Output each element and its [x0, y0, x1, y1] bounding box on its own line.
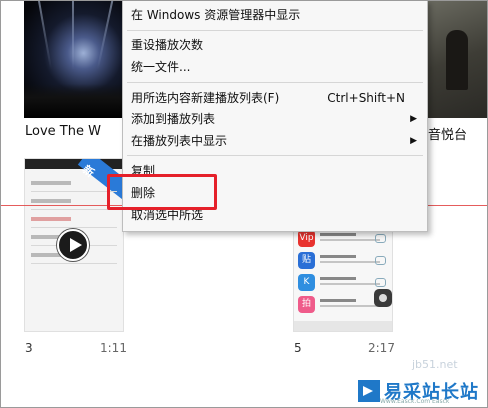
submenu-arrow-icon: ▶ [410, 114, 417, 124]
highlight-box-delete [107, 174, 217, 210]
brand-logo-icon [358, 380, 380, 402]
menu-item-new-playlist-from-selection[interactable]: 用所选内容新建播放列表(F) Ctrl+Shift+N [131, 88, 427, 109]
menu-item-show-in-playlist[interactable]: 在播放列表中显示 ▶ [131, 131, 427, 152]
play-button-icon[interactable] [57, 229, 89, 261]
app-icon: 拍 [298, 296, 315, 313]
video-title-left[interactable]: Love The W [25, 124, 101, 139]
app-icon: K [298, 274, 315, 291]
shortcut-label: Ctrl+Shift+N [327, 91, 405, 105]
assistive-touch-icon [374, 289, 392, 307]
app-icon: 贴 [298, 252, 315, 269]
menu-item-add-to-playlist[interactable]: 添加到播放列表 ▶ [131, 109, 427, 130]
watermark-faint-text: jb51.net [412, 358, 458, 371]
menu-item-consolidate-files[interactable]: 统一文件... [131, 57, 427, 78]
watermark-subtext: Www.Easck.Com Easck [380, 398, 450, 405]
menu-item-reset-play-count[interactable]: 重设播放次数 [131, 35, 427, 56]
item-duration-middle: 2:17 [368, 341, 395, 355]
video-thumbnail-right[interactable] [428, 0, 488, 118]
app-icon: Vip [298, 230, 315, 247]
item-number-middle: 5 [294, 341, 302, 355]
item-number-left: 3 [25, 341, 33, 355]
submenu-arrow-icon: ▶ [410, 136, 417, 146]
video-thumbnail-concert[interactable] [24, 0, 132, 118]
video-title-right[interactable]: 音悦台 [428, 124, 467, 143]
video-thumbnail-phone-right[interactable]: Vip 贴 K 拍 [293, 222, 393, 332]
item-duration-left: 1:11 [100, 341, 127, 355]
menu-item-show-in-explorer[interactable]: 在 Windows 资源管理器中显示 [131, 5, 427, 26]
